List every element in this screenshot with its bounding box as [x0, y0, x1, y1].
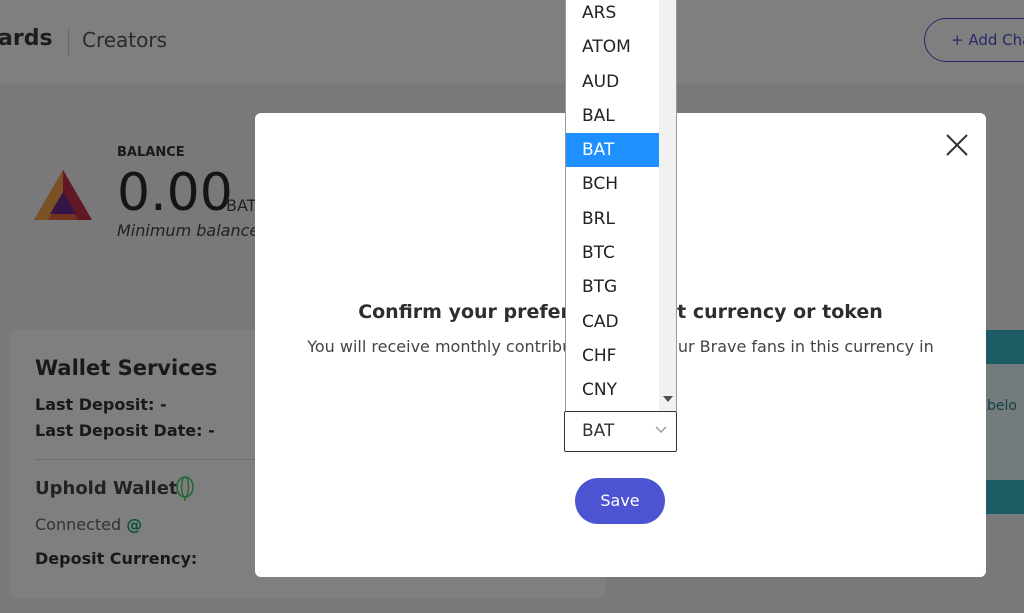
- dropdown-option-cny[interactable]: CNY: [566, 373, 659, 407]
- dropdown-option-ars[interactable]: ARS: [566, 0, 659, 30]
- dropdown-option-brl[interactable]: BRL: [566, 202, 659, 236]
- scroll-down-arrow-icon[interactable]: [663, 396, 673, 402]
- dropdown-option-btc[interactable]: BTC: [566, 236, 659, 270]
- dropdown-option-bal[interactable]: BAL: [566, 99, 659, 133]
- dropdown-option-bat[interactable]: BAT: [566, 133, 659, 168]
- chevron-down-icon: [655, 426, 667, 433]
- scrollbar[interactable]: [659, 0, 676, 411]
- currency-select-value: BAT: [582, 421, 615, 441]
- dropdown-option-atom[interactable]: ATOM: [566, 30, 659, 64]
- currency-dropdown-list[interactable]: ARS ATOM AUD BAL BAT BCH BRL BTC BTG CAD CHF CNY: [565, 0, 677, 411]
- dropdown-option-aud[interactable]: AUD: [566, 65, 659, 99]
- dropdown-option-chf[interactable]: CHF: [566, 339, 659, 373]
- dropdown-option-btg[interactable]: BTG: [566, 270, 659, 304]
- dropdown-options: ARS ATOM AUD BAL BAT BCH BRL BTC BTG CAD CHF CNY: [566, 0, 659, 408]
- close-icon[interactable]: [942, 130, 972, 160]
- dropdown-option-cad[interactable]: CAD: [566, 305, 659, 339]
- save-button[interactable]: Save: [575, 478, 665, 524]
- currency-select[interactable]: BAT: [564, 411, 677, 452]
- dropdown-option-bch[interactable]: BCH: [566, 167, 659, 201]
